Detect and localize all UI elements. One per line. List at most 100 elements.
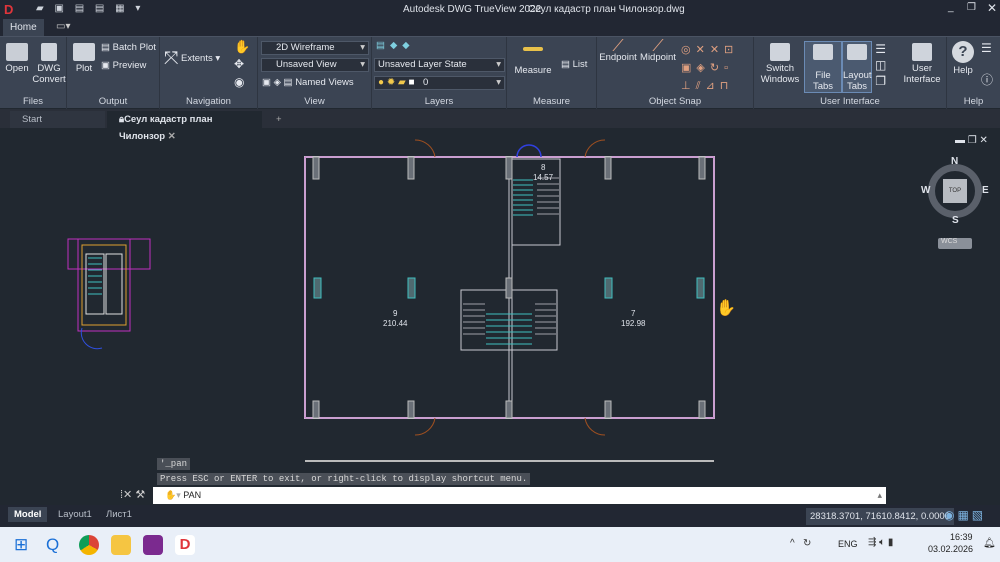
info-icon[interactable]: ☰ [981, 42, 992, 54]
room-number: 9 [393, 309, 398, 318]
panel-label: Layers [424, 96, 454, 107]
zoom-extents-icon: ⤧ [164, 48, 179, 68]
small-plan [67, 238, 151, 350]
panel-view: 2D Wireframe Unsaved View ▣ ◈ ▤ Named Vi… [258, 37, 372, 109]
file-tab-bar: Start 🔒︎Сеул кадастр план Чилонзор ✕ + [0, 109, 1000, 142]
layer-tools-icons[interactable]: ▤◆◆ [376, 40, 415, 51]
visual-style-dropdown[interactable]: 2D Wireframe [261, 41, 369, 55]
layout-tabs-button[interactable]: Layout Tabs [842, 41, 872, 93]
panel-label: Measure [533, 96, 570, 107]
endpoint-button[interactable]: ⟋ Endpoint [599, 39, 637, 64]
wcs-menu[interactable]: WCS [938, 238, 972, 249]
extents-button[interactable]: ⤧ Extents ▾ [164, 49, 220, 67]
clock-time[interactable]: 16:39 [950, 532, 973, 542]
minimize-button[interactable]: _ [948, 2, 954, 13]
tab-start[interactable]: Start [10, 111, 105, 128]
file-explorer-icon[interactable] [111, 535, 131, 555]
preview-button[interactable]: ▣ Preview [101, 60, 146, 71]
batch-label: Batch Plot [112, 42, 156, 53]
file-tabs-button[interactable]: File Tabs [804, 41, 842, 93]
tab-home[interactable]: Home [3, 19, 44, 36]
midpoint-label: Midpoint [640, 52, 676, 63]
snap-mode-icons[interactable]: ◎✕✕⊡ ▣◈↻▫ ⊥⫽⊿⊓ [681, 41, 738, 95]
ribbon: Open DWG Convert Files Plot ▤ Batch Plot… [0, 36, 1000, 109]
tile-icons[interactable]: ☰ ◫ ❐ [875, 41, 886, 89]
language-indicator[interactable]: ENG [838, 539, 858, 549]
panel-help: ? Help ☰ ⓘ Help [947, 37, 1000, 109]
search-icon[interactable]: Q [46, 535, 66, 555]
app-logo-icon[interactable]: D [4, 2, 13, 17]
tab-model[interactable]: Model [8, 507, 48, 522]
new-tab-button[interactable]: + [264, 111, 294, 128]
compass-w[interactable]: W [921, 185, 930, 196]
tab-layout1[interactable]: Layout1 [52, 507, 98, 522]
coordinates-readout[interactable]: 28318.3701, 71610.8412, 0.0000 [806, 508, 954, 525]
tab-list1[interactable]: Лист1 [100, 507, 138, 522]
room-area: 210.44 [383, 319, 408, 328]
layer-state-dropdown[interactable]: Unsaved Layer State [374, 58, 505, 72]
panel-navigation: ⤧ Extents ▾ ✋ ✥ ◉ Navigation [160, 37, 258, 109]
network-volume-battery-icons[interactable]: ⇶ 🔈︎ ▮ [868, 537, 893, 548]
panel-label: Output [98, 96, 128, 107]
panel-object-snap: ⟋ Endpoint ⟋ Midpoint ◎✕✕⊡ ▣◈↻▫ ⊥⫽⊿⊓ Object … [597, 37, 754, 109]
quick-access-toolbar[interactable]: ▰ ▣ ▤ ▤ ▦ ▾ [36, 3, 144, 14]
measure-button[interactable]: Measure [513, 47, 553, 76]
compass-n[interactable]: N [951, 156, 958, 167]
app-title: Autodesk DWG TrueView 2022 [403, 4, 542, 15]
user-interface-button[interactable]: User Interface [900, 43, 944, 85]
command-input[interactable]: ✋▾ PAN ▴ [153, 487, 886, 504]
about-icon[interactable]: ⓘ [981, 74, 993, 86]
named-views-button[interactable]: ▣ ◈ ▤ Named Views [262, 77, 354, 88]
clock-date[interactable]: 03.02.2026 [928, 544, 973, 554]
switch-windows-button[interactable]: Switch Windows [760, 43, 800, 85]
file-title: Сеул кадастр план Чилонзор.dwg [528, 4, 685, 15]
ribbon-tab-row: Home ▭▾ [0, 18, 1000, 36]
close-button[interactable]: ✕ [987, 1, 997, 15]
dwg-trueview-icon[interactable]: D [175, 535, 195, 555]
workspace-dropdown[interactable]: ▭▾ [56, 21, 70, 32]
app-icon[interactable] [143, 535, 163, 555]
layout-tabs-icon [847, 44, 867, 60]
pan-icon[interactable]: ✋ [234, 40, 250, 53]
tray-icons[interactable]: ^ ↻ [790, 538, 811, 549]
viewcube[interactable]: TOP N S E W [921, 156, 989, 226]
ruler-icon [523, 47, 543, 51]
title-bar: D ▰ ▣ ▤ ▤ ▦ ▾ Autodesk DWG TrueView 2022… [0, 0, 1000, 18]
compass-e[interactable]: E [982, 185, 989, 196]
help-icon: ? [952, 41, 974, 63]
panel-label: Navigation [186, 96, 231, 107]
start-icon[interactable]: ⊞ [14, 535, 34, 555]
notification-icon[interactable]: 🔔︎ [983, 538, 996, 549]
room-number: 7 [631, 309, 636, 318]
history-line: '_pan [157, 458, 191, 470]
drawing-canvas[interactable]: ▬ ❐ ✕ 9 210.44 7 192.98 8 14.57 ✋ TOP N … [0, 128, 1000, 505]
endpoint-label: Endpoint [599, 52, 637, 63]
viewcube-top[interactable]: TOP [943, 179, 967, 203]
named-view-dropdown[interactable]: Unsaved View [261, 58, 369, 72]
measure-label: Measure [514, 65, 552, 76]
plot-button[interactable]: Plot [71, 43, 97, 74]
filetabs-label: File Tabs [812, 70, 834, 92]
named-views-label: Named Views [295, 77, 354, 88]
help-button[interactable]: ? Help [950, 41, 976, 76]
dwg-convert-button[interactable]: DWG Convert [32, 43, 66, 85]
orbit-icon[interactable]: ✥ [234, 58, 244, 70]
open-button[interactable]: Open [4, 43, 30, 74]
status-tool-icons[interactable]: ◉▦▧ [944, 508, 986, 522]
tab-active-drawing[interactable]: 🔒︎Сеул кадастр план Чилонзор ✕ [107, 111, 262, 142]
midpoint-button[interactable]: ⟋ Midpoint [639, 39, 677, 64]
showmotion-icon[interactable]: ◉ [234, 76, 244, 88]
convert-icon [41, 43, 57, 61]
restore-button[interactable]: ❐ [967, 2, 976, 13]
panel-label: Object Snap [648, 96, 702, 107]
command-line-controls[interactable]: ⁞✕ ⚒ [120, 488, 145, 501]
history-toggle[interactable]: ▴ [877, 487, 882, 504]
panel-measure: Measure ▤ List Measure [507, 37, 597, 109]
compass-s[interactable]: S [952, 215, 959, 226]
batch-plot-button[interactable]: ▤ Batch Plot [101, 42, 156, 53]
list-button[interactable]: ▤ List [561, 59, 587, 70]
panel-label: Files [22, 96, 44, 107]
chrome-icon[interactable] [79, 535, 99, 555]
room-number: 8 [541, 163, 546, 172]
help-label: Help [953, 65, 973, 76]
